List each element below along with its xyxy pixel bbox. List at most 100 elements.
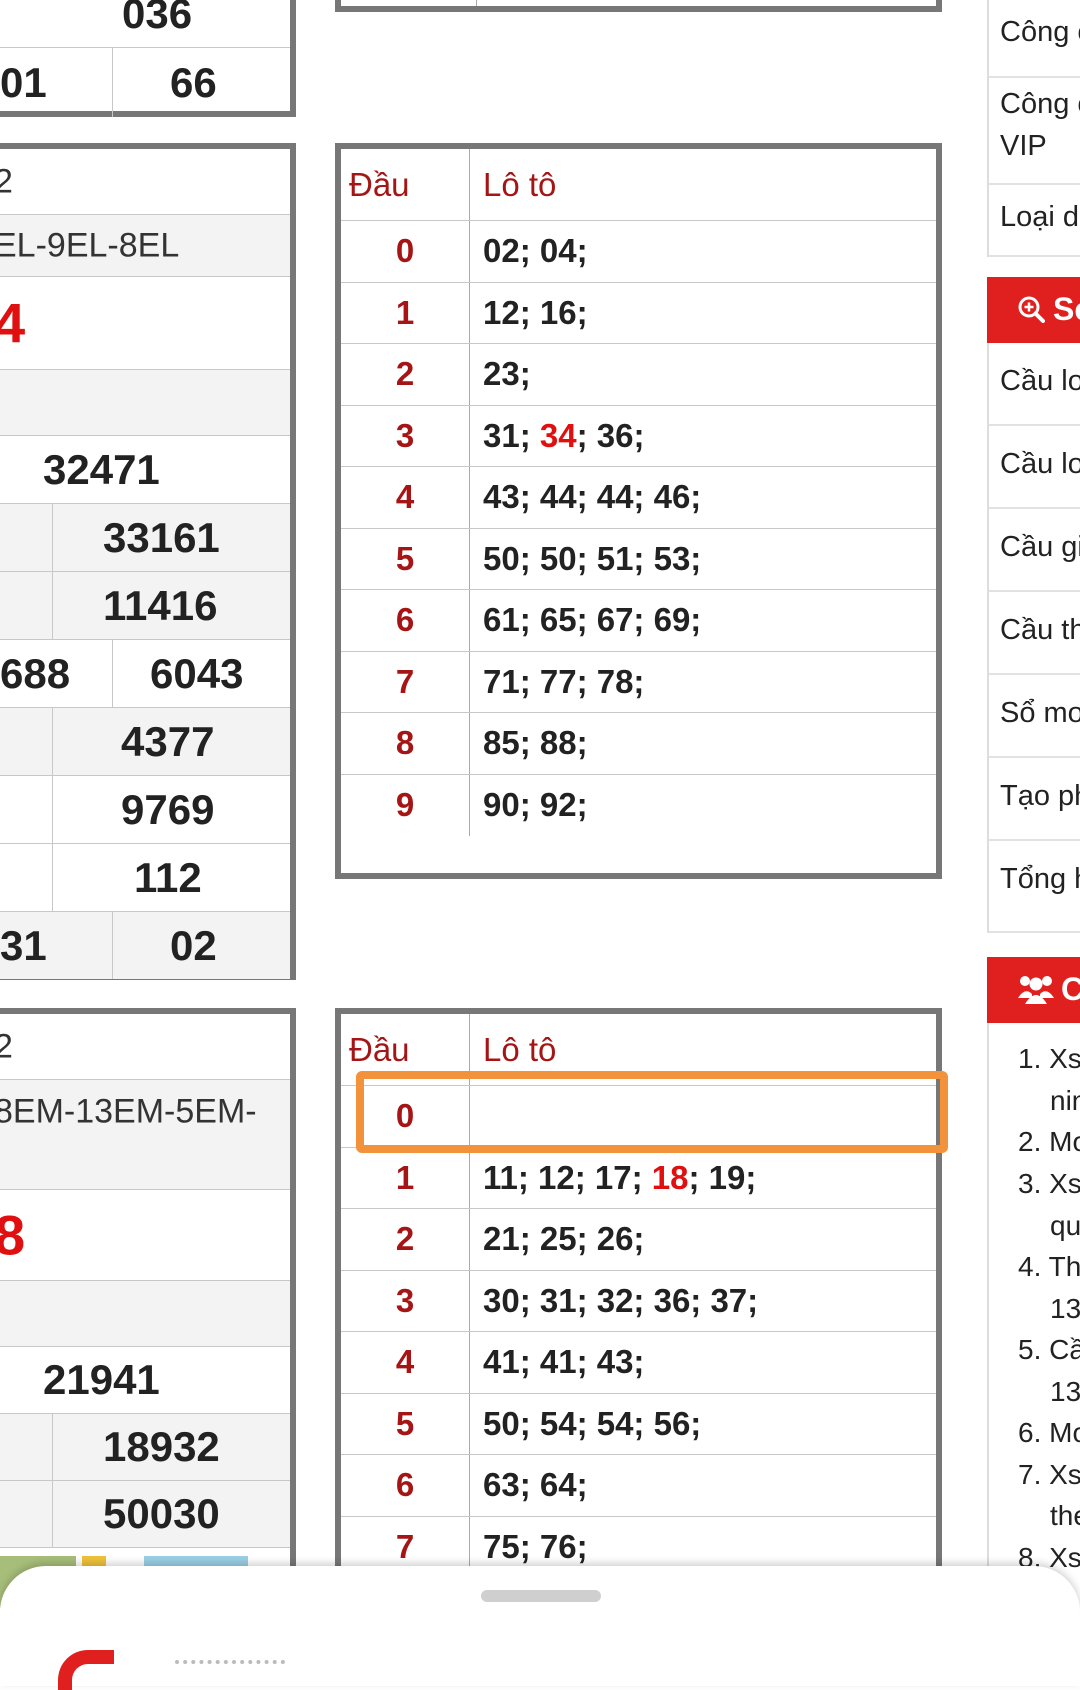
loto-numbers: 85; 88; bbox=[483, 724, 588, 762]
sidebar-item-cau-4[interactable]: Sổ mơ bbox=[989, 675, 1080, 758]
loto-numbers: 61; 65; 67; 69; bbox=[483, 601, 702, 639]
numbered-link[interactable]: 2. Mo bbox=[1018, 1126, 1080, 1158]
sidebar-item-cau-3[interactable]: Cầu th bbox=[989, 592, 1080, 675]
loto-row: 3 30; 31; 32; 36; 37; bbox=[341, 1270, 936, 1332]
sidebar-item-label: Tạo ph bbox=[1000, 780, 1080, 812]
loto-row: 5 50; 50; 51; 53; bbox=[341, 528, 936, 590]
result-value: 21941 bbox=[43, 1356, 160, 1403]
result-row: 2 bbox=[0, 149, 290, 215]
sidebar-item-tool-1[interactable]: Công c bbox=[989, 0, 1080, 78]
result-row: 32471 bbox=[0, 436, 290, 504]
sidebar-item-cau-2[interactable]: Cầu gi bbox=[989, 509, 1080, 592]
numbered-link[interactable]: 5. Cầ bbox=[1018, 1334, 1080, 1366]
numbered-link[interactable]: the bbox=[1050, 1500, 1080, 1532]
sidebar-tools-list: Công c Công c VIP Loại d bbox=[987, 0, 1080, 257]
result-row bbox=[0, 370, 290, 436]
loto-cell: 31; 34; 36; bbox=[483, 406, 936, 467]
sidebar-item-cau-6[interactable]: Tổng h bbox=[989, 841, 1080, 933]
loto-cell: 23; bbox=[483, 344, 936, 405]
numbered-link[interactable]: nin bbox=[1050, 1085, 1080, 1117]
sheet-content-hint bbox=[175, 1660, 285, 1672]
dau-cell: 3 bbox=[341, 1270, 470, 1331]
loto-numbers: 63; 64; bbox=[483, 1466, 588, 1504]
numbered-link[interactable]: qu bbox=[1050, 1210, 1080, 1242]
sidebar-item-label: Sổ mơ bbox=[1000, 697, 1080, 729]
result-row: 112 bbox=[0, 844, 290, 912]
loto-cell: 85; 88; bbox=[483, 713, 936, 774]
result-row: 4 bbox=[0, 277, 290, 370]
loto-header-row: Đầu Lô tô bbox=[341, 149, 936, 221]
sidebar-item-type[interactable]: Loại d bbox=[989, 185, 1080, 257]
loto-cell: 61; 65; 67; 69; bbox=[483, 590, 936, 651]
results-table-2: 2 EL-9EL-8EL 4 32471 33161 11416 688 604… bbox=[0, 143, 296, 980]
loto-row: 3 31; 34; 36; bbox=[341, 405, 936, 467]
dau-cell: 9 bbox=[341, 774, 470, 836]
loto-row: 4 41; 41; 43; bbox=[341, 1332, 936, 1394]
sidebar-item-cau-1[interactable]: Cầu lo bbox=[989, 426, 1080, 509]
result-row: 9769 bbox=[0, 776, 290, 844]
numbered-link[interactable]: 1. Xs bbox=[1018, 1043, 1080, 1075]
numbered-link[interactable]: 13 bbox=[1050, 1376, 1080, 1408]
loto-row: 5 50; 54; 54; 56; bbox=[341, 1393, 936, 1455]
result-value: 11416 bbox=[103, 581, 218, 629]
loto-numbers: 02; 04; bbox=[483, 232, 588, 270]
dau-cell: 1 bbox=[341, 1147, 470, 1208]
loto-cell: 63; 64; bbox=[483, 1455, 936, 1516]
numbered-link[interactable]: 3. Xs bbox=[1018, 1168, 1080, 1200]
result-row: 036 bbox=[0, 0, 290, 48]
loto-cell: 50; 50; 51; 53; bbox=[483, 529, 936, 590]
result-row: 4377 bbox=[0, 708, 290, 776]
dau-cell: 5 bbox=[341, 1393, 470, 1454]
dau-cell: 6 bbox=[341, 590, 470, 651]
loto-numbers: 50; 50; 51; 53; bbox=[483, 539, 702, 577]
numbered-link[interactable]: 13 bbox=[1050, 1293, 1080, 1325]
loto-row: 6 61; 65; 67; 69; bbox=[341, 590, 936, 652]
loto-numbers: 31; bbox=[483, 416, 540, 454]
bottom-sheet[interactable] bbox=[0, 1566, 1080, 1686]
sidebar-item-label: Tổng h bbox=[1000, 863, 1080, 895]
numbered-link[interactable]: 7. Xs bbox=[1018, 1459, 1080, 1491]
loto-numbers: 30; 31; 32; 36; 37; bbox=[483, 1281, 759, 1319]
results-table-1: 036 01 66 bbox=[0, 0, 296, 117]
result-value: 66 bbox=[170, 58, 217, 106]
special-prize: 4 bbox=[0, 291, 26, 355]
sidebar-section-title: Sc bbox=[1053, 291, 1080, 327]
dau-cell: 4 bbox=[341, 1332, 470, 1393]
result-label: 2 bbox=[0, 1027, 13, 1065]
loto-cell: 71; 77; 78; bbox=[483, 652, 936, 713]
loto-numbers: 41; 41; 43; bbox=[483, 1343, 645, 1381]
loto-numbers: 75; 76; bbox=[483, 1528, 588, 1566]
loto-table-1: Đầu Lô tô 0 02; 04; 1 12; 16; 2 23; 3 31; 34; 3… bbox=[335, 143, 942, 879]
result-code: EL-9EL-8EL bbox=[0, 226, 180, 264]
result-value: 01 bbox=[0, 58, 47, 106]
sidebar-item-tool-vip[interactable]: Công c VIP bbox=[989, 78, 1080, 185]
loto-row: 9 90; 92; bbox=[341, 774, 936, 836]
loto-row: 6 63; 64; bbox=[341, 1455, 936, 1517]
result-value: 6043 bbox=[150, 649, 244, 697]
result-row bbox=[0, 1281, 290, 1347]
loto-cell: 50; 54; 54; 56; bbox=[483, 1394, 936, 1455]
selection-highlight bbox=[356, 1071, 948, 1153]
results-table-3: 2 8EM-13EM-5EM- 8 21941 18932 50030 bbox=[0, 1008, 296, 1628]
loto-row: 7 71; 77; 78; bbox=[341, 651, 936, 713]
result-row: 8EM-13EM-5EM- bbox=[0, 1080, 290, 1190]
dau-cell: 6 bbox=[341, 1455, 470, 1516]
result-row: 50030 bbox=[0, 1481, 290, 1548]
loto-row: 4 43; 44; 44; 46; bbox=[341, 467, 936, 529]
result-row: 31 02 bbox=[0, 912, 290, 979]
loto-numbers: 12; 16; bbox=[483, 293, 588, 331]
sidebar-item-label: Cầu lo bbox=[1000, 365, 1080, 397]
sheet-drag-handle[interactable] bbox=[481, 1590, 601, 1602]
sidebar-item-cau-5[interactable]: Tạo ph bbox=[989, 758, 1080, 841]
numbered-link[interactable]: 4. Th bbox=[1018, 1251, 1080, 1283]
result-row: 688 6043 bbox=[0, 640, 290, 708]
dau-cell: 8 bbox=[341, 713, 470, 774]
sidebar-item-cau-0[interactable]: Cầu lo bbox=[989, 343, 1080, 426]
result-value: 9769 bbox=[121, 785, 215, 833]
sidebar-item-label: Công c bbox=[1000, 16, 1080, 48]
loto-row: 8 85; 88; bbox=[341, 713, 936, 775]
result-value: 50030 bbox=[103, 1490, 220, 1537]
result-value: 32471 bbox=[43, 445, 160, 493]
numbered-link[interactable]: 6. Mo bbox=[1018, 1417, 1080, 1449]
result-row: 21941 bbox=[0, 1347, 290, 1414]
